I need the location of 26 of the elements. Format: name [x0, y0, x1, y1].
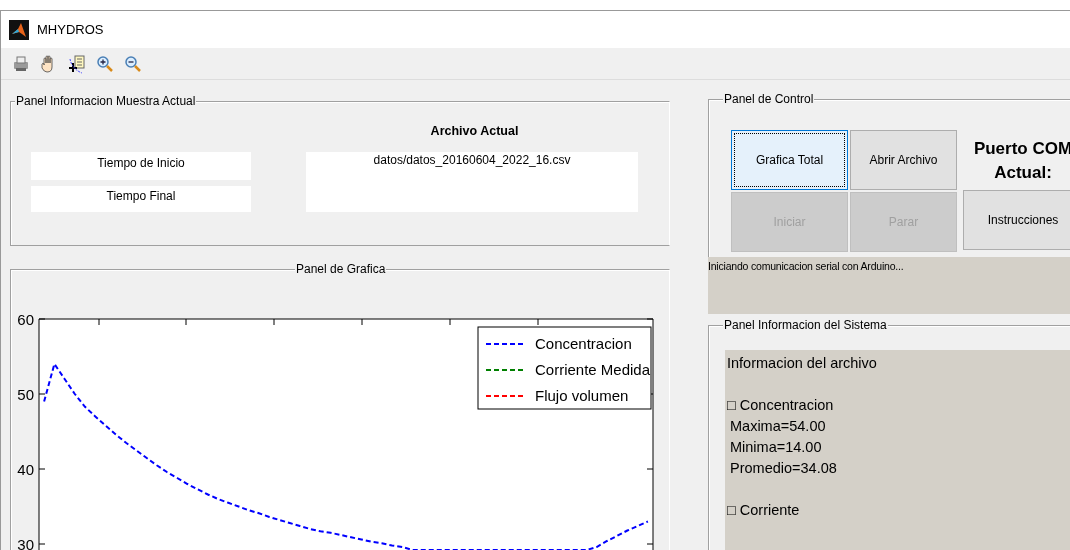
instructions-button[interactable]: Instrucciones — [963, 190, 1070, 250]
file-label: Archivo Actual — [429, 124, 520, 140]
control-button[interactable]: Grafica Total — [731, 130, 848, 190]
legend-label: Flujo volumen — [535, 387, 629, 404]
info-line: Minima=14.00 — [729, 438, 823, 457]
status-message: Iniciando comunicacion serial con Arduino... — [708, 256, 1070, 314]
control-button[interactable]: Abrir Archivo — [850, 130, 957, 190]
panel-title: Panel Informacion del Sistema — [723, 318, 888, 332]
tick-label: 60 — [17, 311, 34, 328]
info-line: Informacion del archivo — [727, 354, 878, 373]
panel-title: Panel de Grafica — [295, 262, 387, 276]
panel-title: Panel de Control — [723, 92, 815, 106]
file-field: datos/datos_20160604_2022_16.csv — [306, 152, 638, 212]
info-line: □ Corriente — [727, 501, 801, 520]
info-line: Maxima=54.00 — [729, 417, 827, 436]
info-line: Promedio=34.08 — [729, 459, 838, 478]
legend-label: Corriente Medida — [535, 361, 651, 378]
panel-title: Panel Informacion Muestra Actual — [15, 94, 197, 108]
window-title: MHYDROS — [37, 20, 104, 39]
end-time-field: Tiempo Final — [31, 186, 251, 212]
tick-label: 30 — [17, 536, 34, 550]
start-time-field: Tiempo de Inicio — [31, 152, 251, 180]
legend-label: Concentracion — [535, 335, 632, 352]
tick-label: 40 — [17, 461, 34, 478]
info-line: □ Concentracion — [727, 396, 835, 415]
tick-label: 50 — [17, 386, 34, 403]
